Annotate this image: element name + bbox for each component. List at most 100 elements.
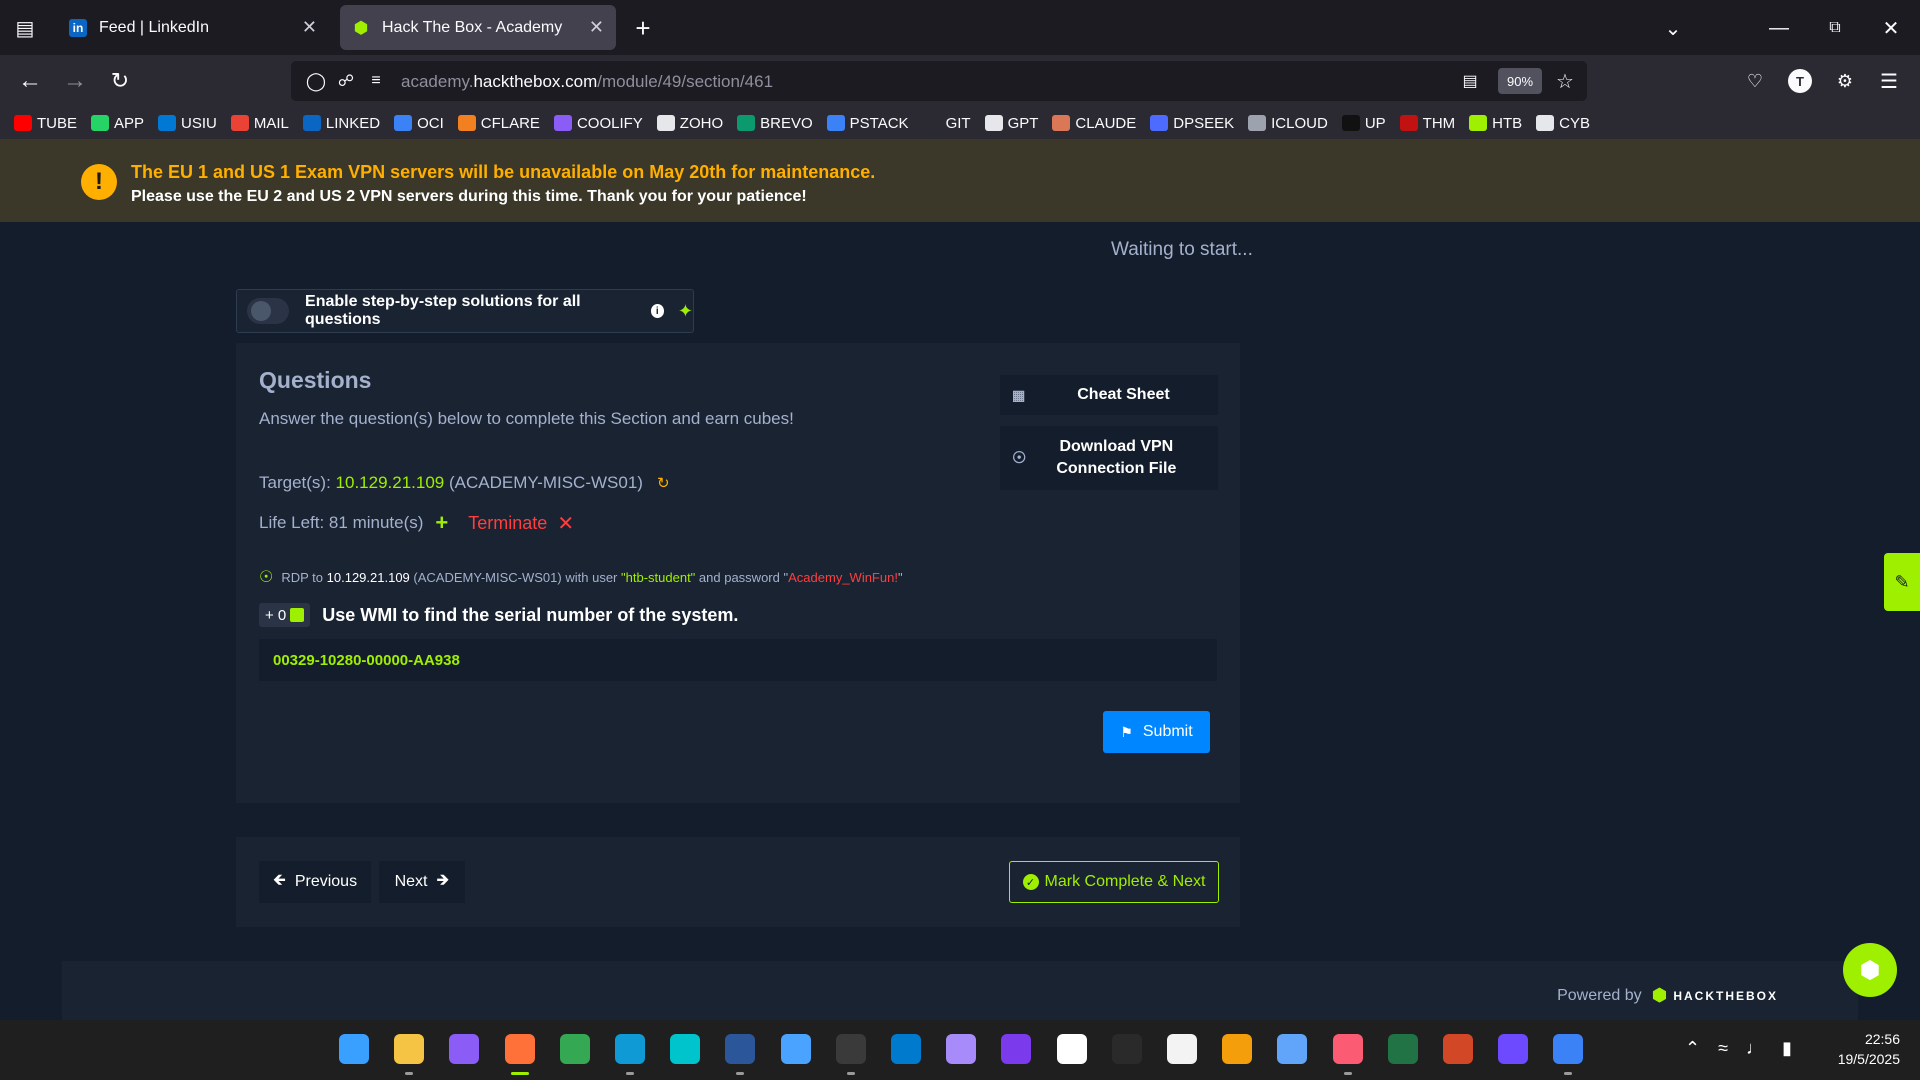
restore-button[interactable]: ⧉ (1820, 13, 1850, 43)
info-icon[interactable]: i (650, 304, 664, 318)
previous-button[interactable]: 🡸 Previous (259, 861, 371, 903)
cheat-sheet-button[interactable]: ▦ Cheat Sheet (1000, 375, 1218, 415)
clock[interactable]: 22:56 19/5/2025 (1822, 1029, 1900, 1069)
rdp-ip[interactable]: 10.129.21.109 (327, 570, 410, 585)
bookmark-icloud[interactable]: ICLOUD (1248, 115, 1328, 132)
extend-life-plus-icon[interactable]: + (435, 510, 448, 536)
obsidian-icon[interactable] (1001, 1034, 1031, 1064)
firefox-icon[interactable] (505, 1034, 535, 1064)
submit-button[interactable]: ⚑ Submit (1103, 711, 1210, 753)
bookmark-claude[interactable]: CLAUDE (1052, 115, 1136, 132)
kali-icon[interactable] (1553, 1034, 1583, 1064)
bookmark-app[interactable]: APP (91, 115, 144, 132)
download-vpn-button[interactable]: ☉ Download VPN Connection File (1000, 426, 1218, 490)
pocket-icon[interactable]: ♡ (1740, 66, 1770, 96)
bookmark-gpt[interactable]: GPT (984, 115, 1038, 132)
store-icon[interactable] (1167, 1034, 1197, 1064)
browser-tab-bar: ▤ in Feed | LinkedIn ✕ ⬢ Hack The Box - … (0, 0, 1920, 55)
edge-icon[interactable] (615, 1034, 645, 1064)
capcut-icon[interactable] (1057, 1034, 1087, 1064)
notepad-icon[interactable] (781, 1034, 811, 1064)
wifi-icon[interactable]: ≈ (1718, 1038, 1728, 1059)
itunes-icon[interactable] (1333, 1034, 1363, 1064)
lock-icon[interactable]: ☍ (335, 70, 357, 92)
forward-icon[interactable]: → (60, 66, 90, 96)
tab-list-chevron-icon[interactable]: ⌄ (1658, 13, 1688, 43)
bookmark-coolify[interactable]: COOLIFY (553, 115, 643, 132)
page-footer: Powered by ⬢ HACKTHEBOX (62, 961, 1858, 1020)
app-mask-icon[interactable] (449, 1034, 479, 1064)
bookmark-cflare[interactable]: CFLARE (457, 115, 540, 132)
question-text: Use WMI to find the serial number of the… (322, 604, 739, 625)
bookmark-up[interactable]: UP (1341, 115, 1386, 132)
step-by-step-toggle[interactable] (247, 298, 290, 324)
extensions-icon[interactable]: ⚙ (1830, 66, 1860, 96)
mark-complete-button[interactable]: ✓ Mark Complete & Next (1009, 861, 1219, 903)
tab-overview-icon[interactable]: ▤ (10, 13, 40, 43)
proton-vpn-icon[interactable] (1498, 1034, 1528, 1064)
url-text[interactable]: academy.hackthebox.com/module/49/section… (401, 72, 773, 92)
excel-icon[interactable] (1388, 1034, 1418, 1064)
close-tab-icon[interactable]: ✕ (302, 17, 317, 38)
chrome-icon[interactable] (560, 1034, 590, 1064)
volume-icon[interactable]: ♩ (1746, 1038, 1764, 1059)
rdp-network-icon: ☉ (259, 569, 274, 586)
app-purple-icon[interactable] (946, 1034, 976, 1064)
pencil-icon[interactable]: ✎ (1884, 553, 1920, 611)
shield-icon[interactable]: ◯ (305, 70, 327, 92)
start-icon[interactable] (339, 1034, 369, 1064)
chevron-up-icon[interactable]: ⌃ (1685, 1038, 1700, 1059)
rdp-user[interactable]: "htb-student" (621, 570, 695, 585)
permissions-icon[interactable]: ≡ (365, 70, 387, 92)
battery-icon[interactable]: ▮ (1782, 1038, 1792, 1059)
tab-linkedin[interactable]: in Feed | LinkedIn ✕ (57, 5, 329, 50)
url-bar[interactable]: ◯ ☍ ≡ academy.hackthebox.com/module/49/s… (291, 61, 1587, 101)
close-window-button[interactable]: ✕ (1876, 13, 1906, 43)
bookmark-linked[interactable]: LINKED (302, 115, 380, 132)
bookmark-pstack[interactable]: PSTACK (826, 115, 909, 132)
cube-reward-badge: + 0 (259, 603, 311, 627)
terminal-icon[interactable] (836, 1034, 866, 1064)
close-tab-icon[interactable]: ✕ (589, 17, 604, 38)
help-cube-button[interactable]: ⬢ (1843, 943, 1897, 997)
back-icon[interactable]: ← (15, 66, 45, 96)
rdp-password[interactable]: Academy_WinFun! (788, 570, 898, 585)
terminate-button[interactable]: Terminate (468, 513, 547, 534)
bookmark-brevo[interactable]: BREVO (737, 115, 813, 132)
mail-icon[interactable] (1277, 1034, 1307, 1064)
bookmark-oci[interactable]: OCI (394, 115, 444, 132)
menu-icon[interactable]: ☰ (1874, 66, 1904, 96)
terminate-x-icon[interactable]: ✕ (557, 511, 574, 536)
bookmark-label: GIT (945, 114, 971, 132)
reload-icon[interactable]: ↻ (105, 66, 135, 96)
next-button[interactable]: Next 🡺 (379, 861, 465, 903)
bookmark-zoho[interactable]: ZOHO (656, 115, 723, 132)
bookmark-mail[interactable]: MAIL (230, 115, 289, 132)
bookmark-htb[interactable]: HTB (1469, 115, 1522, 132)
file-explorer-icon[interactable] (394, 1034, 424, 1064)
todo-icon[interactable] (1222, 1034, 1252, 1064)
word-icon[interactable] (725, 1034, 755, 1064)
bookmark-dpseek[interactable]: DPSEEK (1150, 115, 1234, 132)
obs-icon[interactable] (1112, 1034, 1142, 1064)
reader-view-icon[interactable]: ▤ (1459, 70, 1481, 92)
zoom-level[interactable]: 90% (1498, 68, 1542, 94)
bookmark-tube[interactable]: TUBE (14, 115, 77, 132)
minimize-button[interactable]: — (1764, 13, 1794, 43)
bookmark-cyb[interactable]: CYB (1536, 115, 1590, 132)
account-avatar[interactable]: T (1788, 69, 1812, 93)
bookmark-usiu[interactable]: USIU (158, 115, 217, 132)
vscode-icon[interactable] (891, 1034, 921, 1064)
canva-icon[interactable] (670, 1034, 700, 1064)
running-indicator (511, 1072, 529, 1075)
answer-input[interactable] (259, 639, 1217, 681)
target-ip[interactable]: 10.129.21.109 (336, 473, 445, 493)
bookmark-git[interactable]: GIT (922, 114, 971, 132)
bookmark-thm[interactable]: THM (1399, 115, 1455, 132)
powerpoint-icon[interactable] (1443, 1034, 1473, 1064)
bookmark-star-icon[interactable]: ☆ (1553, 69, 1577, 93)
new-tab-button[interactable]: + (628, 13, 658, 43)
tab-title: Hack The Box - Academy (382, 18, 563, 36)
refresh-icon[interactable]: ↻ (657, 474, 670, 492)
tab-hackthebox[interactable]: ⬢ Hack The Box - Academy ✕ (340, 5, 616, 50)
